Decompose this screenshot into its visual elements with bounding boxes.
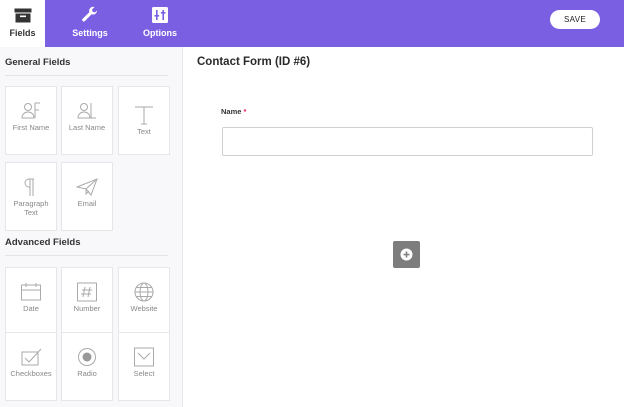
field-label: First Name bbox=[12, 123, 50, 132]
page-title: Contact Form (ID #6) bbox=[197, 56, 311, 68]
field-label: Select bbox=[133, 369, 155, 378]
wrench-icon bbox=[81, 6, 99, 24]
field-label: Paragraph Text bbox=[13, 199, 49, 217]
field-checkboxes[interactable]: Checkboxes bbox=[5, 332, 57, 401]
field-label: Checkboxes bbox=[10, 369, 52, 378]
add-field-button[interactable] bbox=[393, 241, 420, 268]
last-name-icon bbox=[75, 101, 99, 121]
tab-label: Fields bbox=[9, 28, 36, 38]
tab-settings[interactable]: Settings bbox=[66, 0, 114, 47]
tab-fields[interactable]: Fields bbox=[0, 0, 45, 47]
field-select[interactable]: Select bbox=[118, 332, 170, 401]
field-label: Website bbox=[130, 304, 158, 313]
field-label: Radio bbox=[77, 369, 97, 378]
save-button[interactable]: SAVE bbox=[550, 10, 600, 29]
advanced-fields-title: Advanced Fields bbox=[5, 237, 81, 248]
paragraph-icon bbox=[19, 177, 43, 197]
globe-icon bbox=[132, 282, 156, 302]
first-name-icon bbox=[19, 101, 43, 121]
field-label: Text bbox=[137, 127, 151, 136]
field-email[interactable]: Email bbox=[61, 162, 113, 231]
top-toolbar: Fields Settings Options SAVE bbox=[0, 0, 624, 47]
field-label: Last Name bbox=[68, 123, 106, 132]
paper-plane-icon bbox=[75, 177, 99, 197]
field-date[interactable]: Date bbox=[5, 267, 57, 336]
hash-icon bbox=[75, 282, 99, 302]
field-radio[interactable]: Radio bbox=[61, 332, 113, 401]
field-first-name[interactable]: First Name bbox=[5, 86, 57, 155]
calendar-icon bbox=[19, 282, 43, 302]
field-last-name[interactable]: Last Name bbox=[61, 86, 113, 155]
name-field-label: Name * bbox=[221, 107, 246, 116]
field-text[interactable]: Text bbox=[118, 86, 170, 155]
checkbox-icon bbox=[19, 347, 43, 367]
field-label: Email bbox=[77, 199, 97, 208]
archive-icon bbox=[14, 6, 32, 24]
divider bbox=[5, 255, 168, 256]
dropdown-icon bbox=[132, 347, 156, 367]
text-icon bbox=[132, 105, 156, 125]
field-label: Number bbox=[73, 304, 101, 313]
field-website[interactable]: Website bbox=[118, 267, 170, 336]
tab-options[interactable]: Options bbox=[138, 0, 182, 47]
field-paragraph-text[interactable]: Paragraph Text bbox=[5, 162, 57, 231]
general-fields-title: General Fields bbox=[5, 57, 71, 68]
plus-circle-icon bbox=[400, 248, 413, 261]
required-mark: * bbox=[243, 107, 247, 116]
name-label-text: Name bbox=[221, 107, 242, 116]
divider bbox=[5, 75, 168, 76]
field-number[interactable]: Number bbox=[61, 267, 113, 336]
tab-label: Settings bbox=[72, 28, 108, 38]
field-label: Date bbox=[23, 304, 39, 313]
radio-icon bbox=[75, 347, 99, 367]
sliders-icon bbox=[152, 6, 168, 24]
tab-label: Options bbox=[143, 28, 177, 38]
name-input[interactable] bbox=[222, 127, 593, 156]
